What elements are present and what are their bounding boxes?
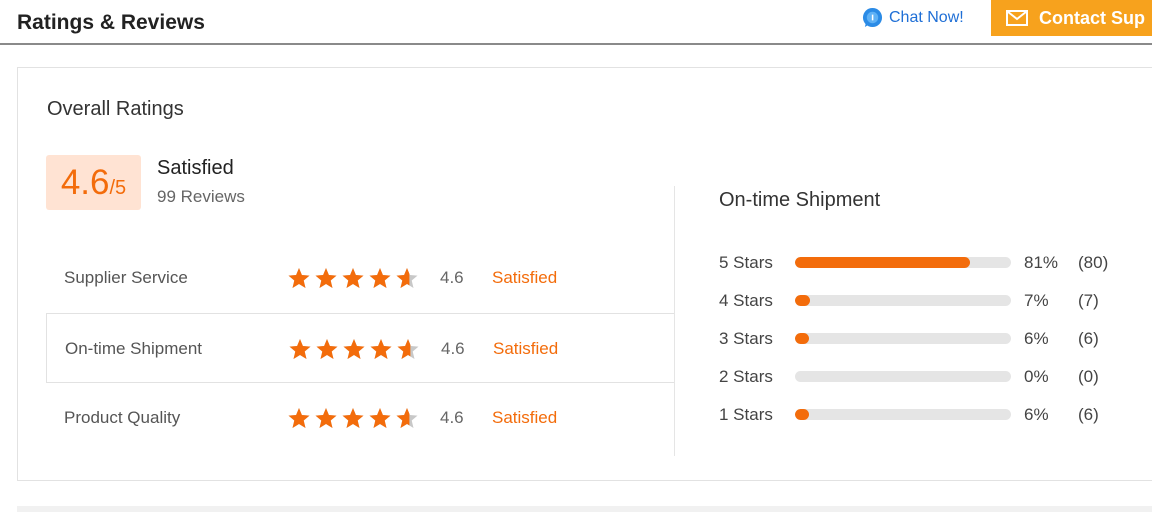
star-icon: [316, 339, 338, 359]
distribution-count: (0): [1078, 367, 1099, 386]
overall-rating-label: Satisfied: [157, 157, 234, 179]
distribution-count: (6): [1078, 329, 1099, 348]
star-icon: [343, 339, 365, 359]
overall-score-badge: 4.6/5: [46, 155, 141, 210]
distribution-bar-track: [795, 333, 1011, 344]
category-name: Supplier Service: [64, 268, 188, 287]
chat-now-label: Chat Now!: [889, 8, 964, 26]
distribution-label: 5 Stars: [719, 253, 773, 272]
distribution-percent: 81%: [1024, 253, 1059, 272]
distribution-label: 1 Stars: [719, 405, 773, 424]
distribution-bar-fill: [795, 295, 811, 306]
distribution-count: (80): [1078, 253, 1109, 272]
distribution-count: (7): [1078, 291, 1099, 310]
category-name: Product Quality: [64, 408, 181, 427]
star-icon: [315, 268, 337, 288]
distribution-bar-fill: [795, 409, 809, 420]
category-score: 4.6: [440, 408, 464, 427]
contact-supplier-button[interactable]: Contact Sup: [991, 0, 1152, 36]
distribution-percent: 6%: [1024, 329, 1049, 348]
star-rating: [288, 338, 420, 360]
page-title: Ratings & Reviews: [17, 11, 205, 34]
distribution-bar-track: [795, 371, 1011, 382]
distribution-row-1-stars: 1 Stars 6% (6): [719, 403, 1139, 427]
distribution-bar-track: [795, 257, 1011, 268]
star-rating: [287, 267, 419, 289]
category-row-supplier-service: Supplier Service 4.6 Satisfied: [46, 243, 675, 313]
distribution-percent: 0%: [1024, 367, 1049, 386]
category-score: 4.6: [440, 268, 464, 287]
distribution-label: 2 Stars: [719, 367, 773, 386]
contact-supplier-label: Contact Sup: [1039, 7, 1145, 28]
distribution-row-5-stars: 5 Stars 81% (80): [719, 251, 1139, 275]
star-icon: [289, 339, 311, 359]
star-icon: [396, 408, 418, 428]
distribution-title: On-time Shipment: [719, 189, 881, 211]
category-status: Satisfied: [492, 268, 558, 287]
review-count: 99 Reviews: [157, 187, 245, 206]
category-row-product-quality: Product Quality 4.6 Satisfied: [46, 383, 675, 453]
overall-score: 4.6: [60, 163, 110, 202]
chat-now-link[interactable]: Chat Now!: [862, 7, 964, 28]
overall-score-max: /5: [109, 177, 127, 199]
star-icon: [342, 268, 364, 288]
star-icon: [342, 408, 364, 428]
star-icon: [370, 339, 392, 359]
distribution-row-3-stars: 3 Stars 6% (6): [719, 327, 1139, 351]
star-icon: [288, 268, 310, 288]
overall-ratings-heading: Overall Ratings: [47, 98, 184, 120]
category-name: On-time Shipment: [65, 339, 202, 358]
distribution-percent: 7%: [1024, 291, 1049, 310]
category-status: Satisfied: [493, 339, 559, 358]
category-score: 4.6: [441, 339, 465, 358]
distribution-percent: 6%: [1024, 405, 1049, 424]
distribution-row-2-stars: 2 Stars 0% (0): [719, 365, 1139, 389]
star-icon: [288, 408, 310, 428]
chat-bubble-icon: [862, 7, 883, 28]
distribution-bar-track: [795, 295, 1011, 306]
page-header: Ratings & Reviews Chat Now! Contact Sup: [0, 0, 1152, 45]
star-icon: [315, 408, 337, 428]
distribution-label: 4 Stars: [719, 291, 773, 310]
next-section-edge: [17, 506, 1152, 512]
mail-icon: [1006, 10, 1028, 26]
category-row-on-time-shipment[interactable]: On-time Shipment 4.6 Satisfied: [46, 313, 675, 383]
category-status: Satisfied: [492, 408, 558, 427]
star-icon: [396, 268, 418, 288]
star-icon: [369, 268, 391, 288]
distribution-row-4-stars: 4 Stars 7% (7): [719, 289, 1139, 313]
star-icon: [369, 408, 391, 428]
distribution-bar-fill: [795, 257, 970, 268]
distribution-count: (6): [1078, 405, 1099, 424]
column-divider: [674, 186, 675, 456]
distribution-bar-fill: [795, 333, 809, 344]
distribution-bar-track: [795, 409, 1011, 420]
distribution-label: 3 Stars: [719, 329, 773, 348]
ratings-card: Overall Ratings 4.6/5 Satisfied 99 Revie…: [17, 67, 1152, 481]
star-rating: [287, 407, 419, 429]
star-icon: [397, 339, 419, 359]
